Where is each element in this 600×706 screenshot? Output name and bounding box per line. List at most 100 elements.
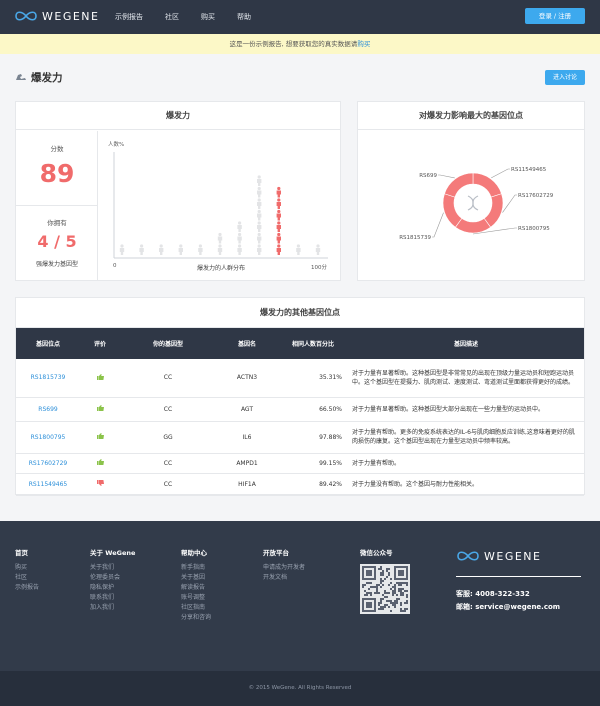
footer-link[interactable]: 申请成为开发者 [263, 562, 305, 572]
person-icon [315, 244, 321, 255]
login-register-button[interactable]: 登录 / 注册 [525, 8, 585, 24]
nav-sample-report[interactable]: 示例报告 [115, 12, 143, 22]
score-card-title: 爆发力 [16, 102, 340, 130]
donut-label: RS699 [419, 173, 437, 179]
footer-link[interactable]: 加入我们 [90, 602, 135, 612]
nav-help[interactable]: 帮助 [237, 12, 251, 22]
footer-logo: WEGENE [456, 549, 541, 563]
copyright-bar: © 2015 WeGene. All Rights Reserved [0, 671, 600, 706]
footer-link[interactable]: 分享和咨询 [181, 612, 211, 622]
footer-link[interactable]: 解读报告 [181, 582, 211, 592]
rating-cell [80, 359, 120, 398]
enter-discussion-button[interactable]: 进入讨论 [545, 70, 585, 85]
locus-link[interactable]: RS11549465 [16, 473, 80, 496]
person-icon [276, 209, 281, 221]
footer-link[interactable]: 示例报告 [15, 582, 39, 592]
have-subtitle: 强爆发力基因型 [35, 261, 78, 268]
donut-label: RS17602729 [518, 193, 554, 199]
footer-col-about: 关于 WeGene 关于我们 伦理委员会 隐私保护 联系我们 加入我们 [90, 547, 135, 612]
person-icon [276, 221, 281, 232]
nav-community[interactable]: 社区 [165, 12, 179, 22]
donut-slice-rs1815739[interactable] [442, 193, 463, 228]
person-icon [119, 244, 125, 255]
footer-link[interactable]: 开发文档 [263, 572, 305, 582]
thumbs-down-icon [96, 480, 104, 486]
person-icon [276, 244, 281, 255]
person-icon [198, 244, 203, 255]
genotype-cell: CC [120, 473, 216, 496]
population-distribution-chart: 人数% 0 爆发力的人群分布 100分 [106, 138, 336, 278]
footer-link[interactable]: 关于基因 [181, 572, 211, 582]
footer-link[interactable]: 联系我们 [90, 592, 135, 602]
distribution-bin-10 [315, 244, 321, 255]
genes-table: 基因位点 评价 你的基因型 基因名 相同人数百分比 基因描述 RS1815739… [16, 328, 584, 496]
locus-link[interactable]: RS1815739 [16, 359, 80, 398]
person-icon [276, 186, 281, 198]
top-navbar: WEGENE 示例报告 社区 购买 帮助 登录 / 注册 [0, 0, 600, 34]
score-box: 分数 89 [16, 131, 98, 206]
table-row: RS1800795 GG IL6 97.88% 对于力量有帮助。更多的免疫系统表达的IL… [16, 421, 584, 454]
footer-link[interactable]: 伦理委员会 [90, 572, 135, 582]
muscle-icon [16, 74, 26, 80]
locus-link[interactable]: RS699 [16, 397, 80, 422]
footer-link[interactable]: 社区 [15, 572, 39, 582]
have-value: 4 / 5 [37, 232, 77, 251]
person-icon [139, 244, 144, 255]
locus-link[interactable]: RS1800795 [16, 421, 80, 454]
footer-link[interactable]: 关于我们 [90, 562, 135, 572]
donut-leader-line [491, 168, 510, 179]
gene-name-cell: IL6 [216, 421, 278, 454]
col-rating: 评价 [93, 341, 106, 348]
donut-slice-rs11549465[interactable] [472, 172, 502, 198]
gene-name-cell: HIF1A [216, 473, 278, 496]
person-icon [276, 198, 281, 209]
top-loci-donut-chart: RS11549465 RS17602729 RS1800795 RS1815739 RS… [399, 167, 554, 241]
footer-heading: 开放平台 [263, 549, 289, 557]
table-row: RS17602729 CC AMPD1 99.15% 对于力量有帮助。 [16, 453, 584, 474]
person-icon [257, 221, 262, 232]
thumbs-up-icon [96, 459, 104, 465]
person-icon [257, 175, 262, 186]
top-loci-card: 对爆发力影响最大的基因位点 RS11549465 RS17602729 RS1800… [357, 101, 585, 281]
genotype-cell: GG [120, 421, 216, 454]
genotype-cell: CC [120, 397, 216, 422]
distribution-bin-6 [237, 221, 242, 255]
locus-link[interactable]: RS17602729 [16, 453, 80, 474]
gene-name-cell: AMPD1 [216, 453, 278, 474]
footer-link[interactable]: 购买 [15, 562, 39, 572]
thumbs-up-icon [96, 405, 104, 411]
nav-buy[interactable]: 购买 [201, 12, 215, 22]
footer-divider [456, 576, 581, 577]
person-icon [159, 244, 164, 255]
person-icon [257, 209, 262, 221]
dna-icon [467, 195, 479, 211]
percent-cell: 97.88% [278, 421, 348, 454]
footer-link[interactable]: 账号调整 [181, 592, 211, 602]
footer-email: 邮箱: service@wegene.com [456, 602, 560, 612]
footer-link[interactable]: 新手指南 [181, 562, 211, 572]
donut-slice-rs1800795[interactable] [454, 217, 492, 234]
rating-cell [80, 453, 120, 474]
percent-cell: 66.50% [278, 397, 348, 422]
distribution-bin-1 [139, 244, 144, 255]
distribution-bin-8 [276, 186, 281, 255]
footer-link[interactable]: 社区指南 [181, 602, 211, 612]
main-nav: 示例报告 社区 购买 帮助 [115, 12, 273, 22]
footer-link[interactable]: 隐私保护 [90, 582, 135, 592]
chart-y-label: 人数% [108, 142, 125, 148]
description-cell: 对于力量有帮助。更多的免疫系统表达的IL-6与肌肉细胞反应训练,这意味着更好的肌… [348, 421, 584, 454]
score-value: 89 [39, 159, 75, 188]
rating-cell [80, 473, 120, 496]
wegene-logo-icon [457, 551, 479, 561]
person-icon [237, 221, 242, 232]
phone-value: 4008-322-332 [475, 590, 530, 598]
donut-label: RS1815739 [399, 235, 431, 241]
brand-logo[interactable]: WEGENE [14, 9, 99, 23]
notice-buy-link[interactable]: 购买 [357, 40, 370, 48]
rating-cell [80, 397, 120, 422]
wegene-logo-icon [15, 11, 37, 21]
other-loci-card: 爆发力的其他基因位点 基因位点 评价 你的基因型 基因名 相同人数百分比 基因描… [15, 297, 585, 496]
person-icon [276, 232, 281, 244]
footer-col-wechat: 微信公众号 [360, 547, 393, 562]
email-value[interactable]: service@wegene.com [475, 603, 560, 611]
